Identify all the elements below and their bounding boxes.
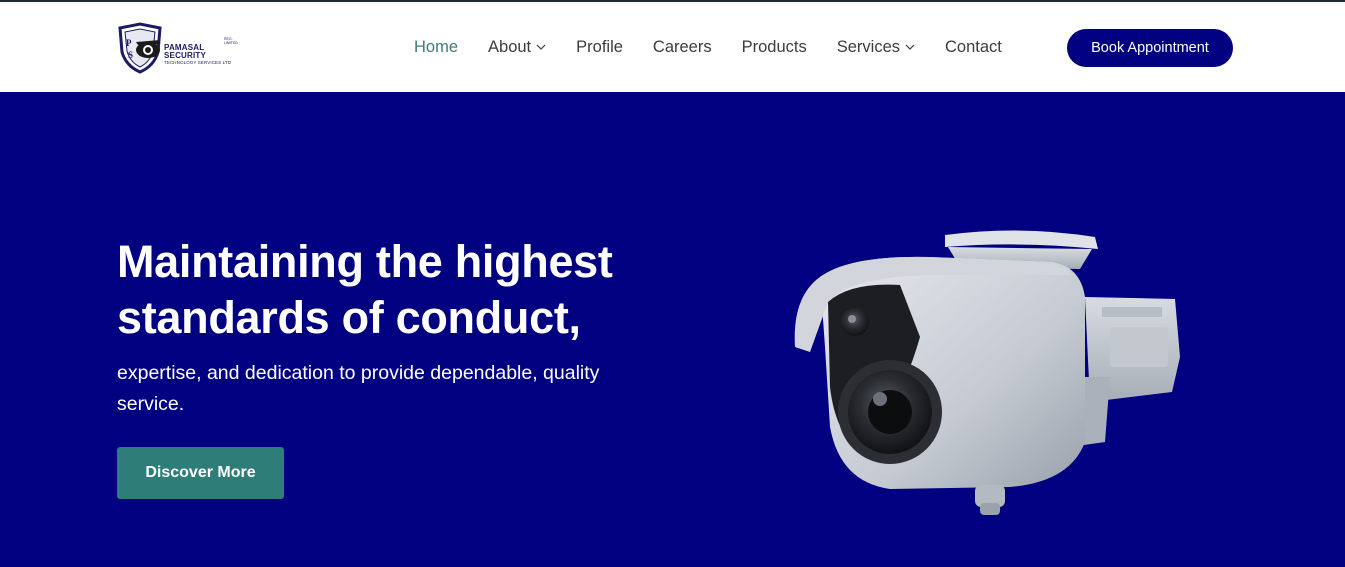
shield-icon: P S — [118, 22, 162, 74]
hero-subtitle: expertise, and dedication to provide dep… — [117, 362, 600, 415]
hero-section: Maintaining the highest standards of con… — [0, 92, 1345, 567]
nav-label: Profile — [576, 37, 623, 56]
nav-item-careers[interactable]: Careers — [653, 38, 712, 57]
svg-text:P: P — [126, 38, 132, 48]
nav-label: About — [488, 37, 532, 56]
brand-name: PAMASAL SECURITY — [164, 43, 207, 60]
nav-item-about[interactable]: About — [488, 38, 546, 57]
nav-item-services[interactable]: Services — [837, 38, 915, 57]
brand-tagline: TECHNOLOGY SERVICES LTD — [164, 60, 232, 65]
chevron-down-icon — [905, 44, 915, 50]
hero-title: Maintaining the highest standards of con… — [117, 236, 613, 343]
site-header: P S REG. LIMITED PAMASAL SECURITY TECHNO… — [0, 2, 1345, 92]
brand-logo[interactable]: P S REG. LIMITED PAMASAL SECURITY TECHNO… — [116, 22, 240, 74]
nav-item-home[interactable]: Home — [414, 38, 458, 57]
nav-label: Contact — [945, 37, 1002, 56]
security-camera-icon — [794, 230, 1180, 515]
nav-item-products[interactable]: Products — [742, 38, 807, 57]
brand-reg-text: REG. LIMITED — [224, 37, 238, 45]
discover-more-button[interactable]: Discover More — [117, 447, 284, 499]
nav-label: Home — [414, 37, 459, 56]
nav-label: Products — [741, 37, 807, 56]
svg-text:S: S — [128, 50, 133, 60]
nav-label: Services — [836, 37, 901, 56]
brand-wordmark: REG. LIMITED PAMASAL SECURITY TECHNOLOGY… — [164, 37, 240, 66]
chevron-down-icon — [536, 44, 546, 50]
nav-item-contact[interactable]: Contact — [945, 38, 1002, 57]
main-nav: Home About Profile Careers Products Serv… — [414, 2, 1032, 92]
nav-label: Careers — [652, 37, 712, 56]
nav-item-profile[interactable]: Profile — [576, 38, 623, 57]
book-appointment-button[interactable]: Book Appointment — [1067, 29, 1233, 67]
